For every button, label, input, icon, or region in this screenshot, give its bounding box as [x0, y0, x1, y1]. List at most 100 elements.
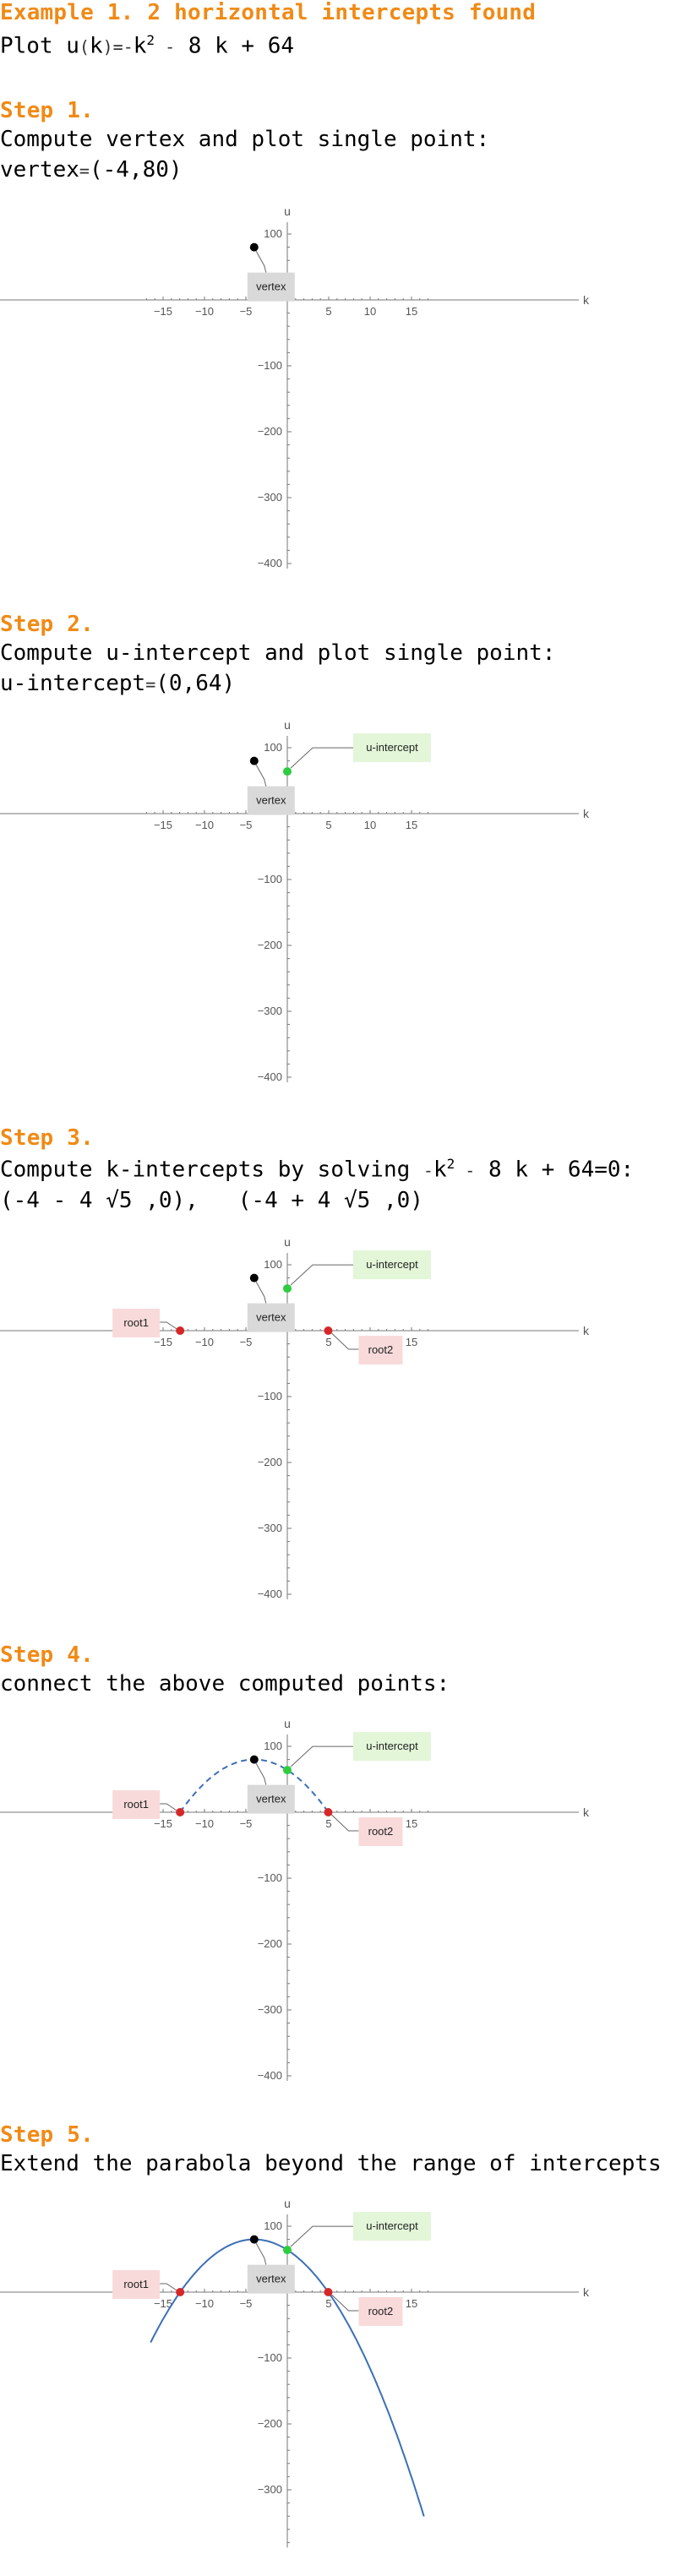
vertex-label: vertex — [256, 794, 286, 807]
chart-step1: −15 −10 −5 5 10 15 100 −100 −200 −300 −400 k u vertex — [0, 204, 590, 569]
x-tick-label: −15 — [154, 1336, 172, 1348]
y-tick-label: 100 — [264, 1258, 282, 1271]
y-tick-label: −100 — [258, 1390, 282, 1402]
y-tick-label: 100 — [264, 227, 282, 240]
u-intercept-label: u-intercept — [366, 2219, 418, 2232]
x-tick-label: 5 — [325, 1817, 331, 1830]
vertex-point — [249, 1273, 259, 1283]
page-title: Example 1. 2 horizontal intercepts found — [0, 0, 537, 25]
vertex-leader-line — [255, 1281, 267, 1304]
u-intercept-leader-line — [290, 1264, 353, 1286]
step1-line1: Compute vertex and plot single point: — [0, 127, 490, 152]
root1-leader-line — [160, 1803, 177, 1811]
y-tick-label: −200 — [258, 1456, 282, 1468]
y-tick-label: −400 — [258, 2069, 282, 2082]
x-tick-label: −15 — [154, 1817, 172, 1830]
u-intercept-label: u-intercept — [366, 1258, 418, 1271]
x-axis-label: k — [583, 1805, 590, 1819]
u-intercept-leader-line — [290, 747, 353, 769]
step3-title: Step 3. — [0, 1125, 94, 1151]
vertex-label: vertex — [256, 2273, 286, 2285]
vertex-leader-line — [255, 1762, 267, 1785]
u-intercept-label: u-intercept — [366, 741, 418, 754]
y-tick-label: −300 — [258, 1522, 282, 1534]
root1-label: root1 — [123, 2278, 149, 2290]
step3-roots: (-4 - 4 √5 ,0), (-4 + 4 √5 ,0) — [0, 1188, 423, 1213]
y-tick-label: −200 — [258, 425, 282, 438]
step2-uint-prefix: u-intercept — [0, 671, 146, 696]
step4-title: Step 4. — [0, 1642, 94, 1668]
plot-statement: Plot u(k)=-k2 - 8 k + 64 — [0, 32, 295, 59]
y-tick-label: 100 — [264, 2219, 282, 2232]
step3-line1: Compute k-intercepts by solving -k2 - 8 … — [0, 1156, 635, 1183]
vertex-point — [249, 2235, 259, 2244]
x-tick-label: −5 — [240, 819, 253, 831]
u-intercept-point — [283, 1284, 292, 1293]
y-axis-label: u — [284, 2197, 291, 2210]
y-tick-label: −200 — [258, 939, 282, 951]
x-tick-label: −15 — [154, 819, 172, 831]
y-tick-label: −300 — [258, 2003, 282, 2016]
x-tick-label: −5 — [240, 305, 253, 318]
step4-line1: connect the above computed points: — [0, 1671, 450, 1696]
u-intercept-point — [283, 2246, 292, 2255]
plot-prefix: Plot u — [0, 33, 79, 59]
root2-label: root2 — [368, 1343, 394, 1356]
x-tick-label: −10 — [195, 2297, 214, 2310]
root1-point — [176, 1808, 185, 1816]
root2-point — [324, 1808, 333, 1816]
x-axis-label: k — [583, 1324, 590, 1337]
root2-label: root2 — [368, 2305, 394, 2317]
step2-line1: Compute u-intercept and plot single poin… — [0, 640, 556, 666]
u-intercept-point — [283, 767, 292, 776]
x-tick-label: 5 — [325, 819, 331, 831]
step1-vertex-value: (-4,80) — [89, 157, 183, 182]
vertex-leader-line — [255, 764, 267, 787]
y-tick-label: −300 — [258, 491, 282, 504]
y-tick-label: −300 — [258, 2483, 282, 2496]
root2-point — [324, 2288, 333, 2296]
x-tick-label: 15 — [406, 1336, 417, 1348]
x-tick-label: 15 — [406, 1817, 417, 1830]
chart-step2: −15 −10 −5 5 10 15 100 −100 −200 −300 −400 k u vertex… — [0, 718, 590, 1083]
y-tick-label: −100 — [258, 1871, 282, 1884]
y-axis-label: u — [284, 718, 291, 732]
y-tick-label: −300 — [258, 1005, 282, 1017]
plot-rest: 8 k + 64 — [175, 33, 295, 59]
x-tick-label: −10 — [195, 305, 214, 318]
x-tick-label: 15 — [406, 305, 417, 318]
y-tick-label: 100 — [264, 741, 282, 754]
y-tick-label: −400 — [258, 1070, 282, 1083]
x-tick-label: 15 — [406, 819, 417, 831]
vertex-point — [249, 242, 259, 252]
step2-title: Step 2. — [0, 612, 94, 637]
vertex-label: vertex — [256, 1311, 286, 1324]
x-tick-label: −5 — [240, 2297, 253, 2310]
u-intercept-label: u-intercept — [366, 1740, 418, 1752]
root1-leader-line — [160, 2283, 177, 2291]
step5-title: Step 5. — [0, 2122, 94, 2148]
x-tick-label: −10 — [195, 1817, 214, 1830]
u-intercept-leader-line — [290, 2225, 353, 2247]
vertex-leader-line — [255, 250, 267, 273]
chart-step4: −15−10−551015100−100−200−300−400kuvertex… — [0, 1717, 590, 2082]
x-tick-label: −5 — [240, 1817, 253, 1830]
step1-title: Step 1. — [0, 98, 94, 123]
root1-point — [176, 2288, 185, 2296]
vertex-label: vertex — [256, 280, 286, 293]
x-tick-label: −15 — [154, 305, 172, 318]
step1-vertex-prefix: vertex — [0, 157, 79, 182]
root2-leader-line — [331, 1814, 359, 1832]
y-tick-label: −100 — [258, 873, 282, 885]
y-tick-label: −100 — [258, 359, 282, 372]
root2-label: root2 — [368, 1825, 394, 1838]
step3-solve-rest: 8 k + 64=0: — [475, 1157, 635, 1183]
root1-label: root1 — [123, 1316, 149, 1329]
chart-step5: −15−10−551015100−100−200−300kuvertexu-in… — [0, 2197, 590, 2548]
step3-root1-expr: (-4 - 4 √5 ,0) — [0, 1188, 186, 1213]
vertex-point — [249, 756, 259, 765]
step5-line1: Extend the parabola beyond the range of … — [0, 2151, 662, 2176]
x-axis-label: k — [583, 293, 590, 307]
x-tick-label: −10 — [195, 1336, 214, 1348]
y-tick-label: −200 — [258, 1937, 282, 1950]
